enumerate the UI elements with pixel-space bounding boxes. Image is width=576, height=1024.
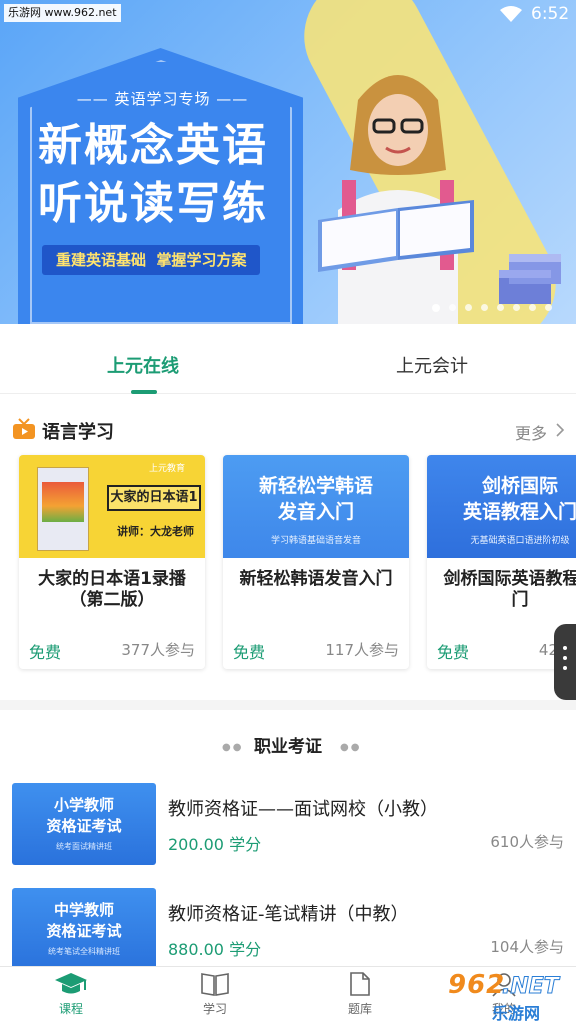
exam-credit: 880.00 学分 <box>168 940 262 959</box>
exam-thumbnail: 小学教师 资格证考试 统考面试精讲班 <box>12 783 156 865</box>
status-clock: 6:52 <box>531 4 570 24</box>
course-price: 免费 <box>29 643 62 662</box>
student-with-book-illustration <box>318 75 474 324</box>
nav-label: 课程 <box>58 1002 83 1016</box>
carousel-dot[interactable] <box>529 304 536 311</box>
exam-course-row[interactable]: 中学教师 资格证考试 统考笔试全科精讲班 教师资格证-笔试精讲（中教） 880.… <box>0 888 576 970</box>
section-divider <box>0 700 576 710</box>
career-section-header: ●● 职业考证 ●● <box>0 732 576 758</box>
carousel-dot[interactable] <box>449 304 456 311</box>
thumb-title-line-2: 发音入门 <box>277 501 354 523</box>
floating-menu-handle[interactable] <box>554 624 576 700</box>
thumb-subtitle: 统考笔试全科精讲班 <box>48 947 120 956</box>
banner-headline-1: 新概念英语 <box>38 120 268 171</box>
thumb-subtitle: 统考面试精讲班 <box>56 842 112 851</box>
thumb-title: 大家的日本语1 <box>107 485 201 511</box>
course-thumbnail: 剑桥国际 英语教程入门 无基础英语口语进阶初级 <box>427 455 576 558</box>
site-tag: 乐游网 www.962.net <box>4 4 121 22</box>
course-title: 大家的日本语1录播（第二版） <box>38 569 186 610</box>
book-icon <box>201 973 229 996</box>
course-card[interactable]: 上元教育 大家的日本语1 讲师：大龙老师 大家的日本语1录播（第二版） 免费 3… <box>19 455 205 669</box>
carousel-dot[interactable] <box>481 304 488 311</box>
document-icon <box>350 972 370 996</box>
decor-dots-left: ●● <box>222 742 244 753</box>
school-tabs: 上元在线 上元会计 <box>0 324 576 394</box>
promo-banner[interactable]: 乐游网 www.962.net 6:52 —— 英语学习专场 —— 新概念英语 … <box>0 0 576 324</box>
exam-title: 教师资格证——面试网校（小教） <box>168 799 438 820</box>
site-watermark: 962 .NET 乐游网 <box>440 966 576 1024</box>
app-screen: 乐游网 www.962.net 6:52 —— 英语学习专场 —— 新概念英语 … <box>0 0 576 1024</box>
watermark-name: 乐游网 <box>492 1004 541 1023</box>
decor-dots-right: ●● <box>340 742 362 753</box>
nav-courses[interactable]: 课程 <box>31 971 111 1017</box>
thumb-line-2: 资格证考试 <box>46 817 122 835</box>
course-price: 免费 <box>233 643 266 662</box>
nav-label: 题库 <box>347 1002 372 1016</box>
exam-course-row[interactable]: 小学教师 资格证考试 统考面试精讲班 教师资格证——面试网校（小教） 200.0… <box>0 783 576 865</box>
pill-text-1: 重建英语基础 <box>56 251 147 269</box>
course-price: 免费 <box>437 643 470 662</box>
more-link[interactable]: 更多 <box>515 420 547 444</box>
pill-text-2: 掌握学习方案 <box>156 251 247 269</box>
exam-thumbnail: 中学教师 资格证考试 统考笔试全科精讲班 <box>12 888 156 970</box>
course-title: 剑桥国际英语教程入门 <box>443 569 576 610</box>
exam-participants: 610人参与 <box>490 833 564 851</box>
carousel-dot-active[interactable] <box>432 304 440 312</box>
course-participants: 377人参与 <box>121 641 195 659</box>
exam-participants: 104人参与 <box>490 938 564 956</box>
thumb-title: 小学教师 资格证考试 <box>12 795 156 837</box>
watermark-net: .NET <box>502 974 560 1000</box>
carousel-dot[interactable] <box>545 304 552 311</box>
status-bar: 乐游网 www.962.net 6:52 <box>0 0 576 30</box>
watermark-number: 962 <box>448 970 506 1000</box>
thumb-line-1: 小学教师 <box>53 796 114 814</box>
language-section-header: 语言学习 更多 <box>0 412 576 450</box>
stacked-books-icon <box>499 254 561 304</box>
textbook-cover-image <box>37 467 89 551</box>
tv-icon <box>13 418 35 439</box>
tab-shangyuan-accounting[interactable]: 上元会计 <box>396 352 468 378</box>
tab-shangyuan-online[interactable]: 上元在线 <box>107 352 179 378</box>
exam-credit: 200.00 学分 <box>168 835 262 854</box>
thumb-title-line-2: 英语教程入门 <box>462 501 576 523</box>
thumb-logo: 上元教育 <box>149 464 186 474</box>
graduation-cap-icon <box>55 973 87 994</box>
thumb-title-line-1: 剑桥国际 <box>481 475 558 497</box>
carousel-indicator <box>432 304 552 312</box>
banner-kicker: —— 英语学习专场 —— <box>76 90 249 108</box>
thumb-teacher: 讲师：大龙老师 <box>117 525 194 538</box>
nav-label: 学习 <box>202 1002 227 1016</box>
thumb-title: 中学教师 资格证考试 <box>12 900 156 942</box>
thumb-line-2: 资格证考试 <box>46 922 122 940</box>
course-title: 新轻松韩语发音入门 <box>239 569 393 589</box>
thumb-title-line-1: 新轻松学韩语 <box>258 475 373 497</box>
course-thumbnail: 上元教育 大家的日本语1 讲师：大龙老师 <box>19 455 205 558</box>
banner-headline-2: 听说读写练 <box>38 178 268 229</box>
carousel-dot[interactable] <box>513 304 520 311</box>
section-title: 语言学习 <box>42 422 114 443</box>
thumb-subtitle: 无基础英语口语进阶初级 <box>470 536 570 546</box>
exam-title: 教师资格证-笔试精讲（中教） <box>168 904 409 925</box>
nav-question-bank[interactable]: 题库 <box>320 971 400 1017</box>
thumb-subtitle: 学习韩语基础语音发音 <box>270 536 361 546</box>
carousel-dot[interactable] <box>465 304 472 311</box>
banner-pill: 重建英语基础 掌握学习方案 <box>42 245 261 275</box>
chevron-right-icon[interactable] <box>555 423 565 437</box>
course-card[interactable]: 新轻松学韩语 发音入门 学习韩语基础语音发音 新轻松韩语发音入门 免费 117人… <box>223 455 409 669</box>
active-tab-indicator <box>131 390 157 394</box>
course-participants: 117人参与 <box>325 641 399 659</box>
thumb-line-1: 中学教师 <box>53 901 114 919</box>
nav-study[interactable]: 学习 <box>175 971 255 1017</box>
wifi-icon <box>500 6 522 22</box>
section-title: 职业考证 <box>254 737 322 757</box>
course-thumbnail: 新轻松学韩语 发音入门 学习韩语基础语音发音 <box>223 455 409 558</box>
carousel-dot[interactable] <box>497 304 504 311</box>
